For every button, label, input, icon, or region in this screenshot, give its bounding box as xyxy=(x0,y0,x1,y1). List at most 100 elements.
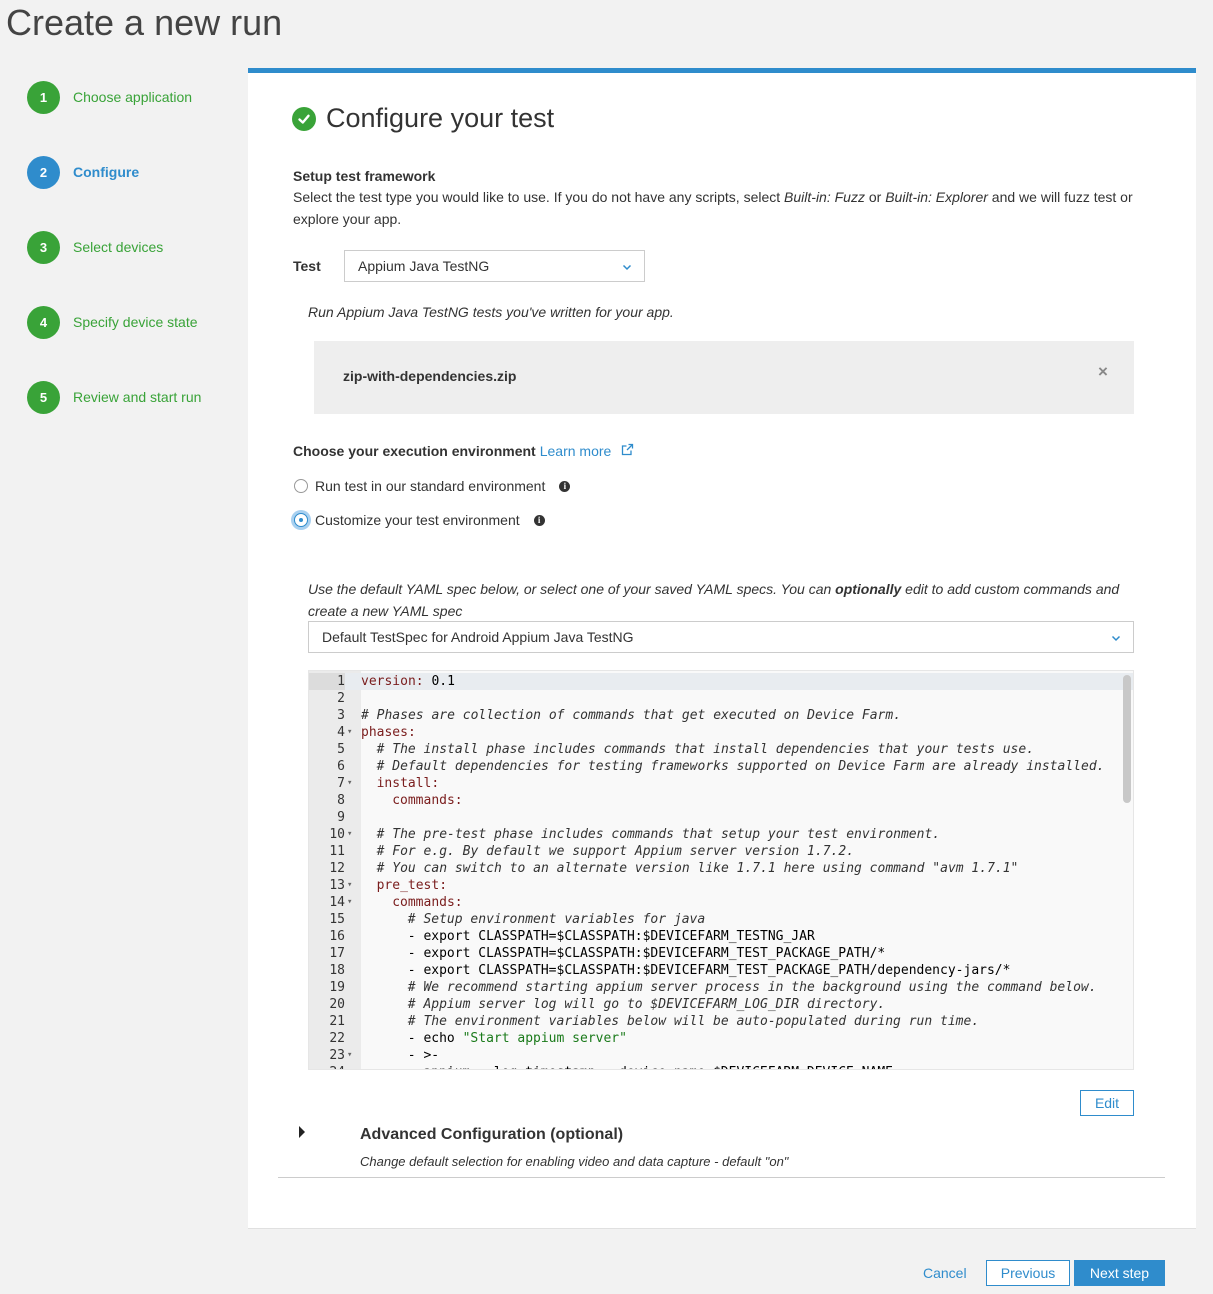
step-configure[interactable]: 2 Configure xyxy=(27,155,139,189)
code-token: # Phases are collection of commands that… xyxy=(361,708,902,723)
fold-toggle-icon[interactable]: ▾ xyxy=(347,826,357,843)
code-line[interactable]: 14 ▾ commands: xyxy=(309,894,1133,911)
editor-scrollbar[interactable] xyxy=(1123,675,1131,803)
code-line[interactable]: 21 # The environment variables below will… xyxy=(309,1013,1133,1030)
advanced-configuration-description: Change default selection for enabling vi… xyxy=(360,1154,789,1169)
divider xyxy=(278,1177,1165,1178)
line-number: 2 xyxy=(337,691,345,706)
line-number: 20 xyxy=(329,997,345,1012)
hint-bold: optionally xyxy=(835,581,902,597)
radio-standard-environment[interactable]: Run test in our standard environment i xyxy=(294,478,571,494)
hint-text: create a new YAML spec xyxy=(308,603,463,619)
fold-toggle-icon[interactable]: ▾ xyxy=(347,877,357,894)
code-line[interactable]: 2 xyxy=(309,690,1133,707)
code-line[interactable]: 24 appium --log-timestamp --device-name $… xyxy=(309,1064,1133,1069)
code-line[interactable]: 17 - export CLASSPATH=$CLASSPATH:$DEVICEF… xyxy=(309,945,1133,962)
code-line[interactable]: 11 # For e.g. By default we support Appiu… xyxy=(309,843,1133,860)
radio-button-selected[interactable] xyxy=(294,513,308,527)
code-text: # You can switch to an alternate version… xyxy=(361,860,1019,877)
code-line[interactable]: 1 version: 0.1 xyxy=(309,673,1133,690)
step-label: Review and start run xyxy=(73,389,202,405)
line-number: 8 xyxy=(337,793,345,808)
radio-custom-environment[interactable]: Customize your test environment i xyxy=(294,512,545,528)
fold-toggle-icon[interactable]: ▾ xyxy=(347,894,357,911)
code-line[interactable]: 7 ▾ install: xyxy=(309,775,1133,792)
code-line[interactable]: 20 # Appium server log will go to $DEVICE… xyxy=(309,996,1133,1013)
step-specify-device-state[interactable]: 4 Specify device state xyxy=(27,305,198,339)
code-line[interactable]: 6 # Default dependencies for testing fram… xyxy=(309,758,1133,775)
code-token: commands: xyxy=(392,895,463,910)
line-number: 16 xyxy=(329,929,345,944)
code-line[interactable]: 12 # You can switch to an alternate versi… xyxy=(309,860,1133,877)
code-text: # The install phase includes commands th… xyxy=(361,741,1034,758)
step-number: 1 xyxy=(27,80,60,114)
code-token: # We recommend starting appium server pr… xyxy=(407,980,1097,995)
line-number: 7 xyxy=(337,776,345,791)
wizard-footer: Cancel Previous Next step xyxy=(248,1228,1196,1294)
radio-button[interactable] xyxy=(294,479,308,493)
code-token: # The pre-test phase includes commands t… xyxy=(376,827,941,842)
yaml-code-editor[interactable]: 1 version: 0.1 2 3 # Phases are collection o… xyxy=(308,670,1134,1070)
hint-text: edit to add custom commands and xyxy=(901,581,1120,597)
code-token: commands: xyxy=(392,793,463,808)
line-number: 3 xyxy=(337,708,345,723)
step-select-devices[interactable]: 3 Select devices xyxy=(27,230,163,264)
edit-button[interactable]: Edit xyxy=(1080,1090,1134,1116)
fold-toggle-icon[interactable]: ▾ xyxy=(347,1047,357,1064)
step-label: Choose application xyxy=(73,89,193,105)
code-text: pre_test: xyxy=(361,877,447,894)
previous-button[interactable]: Previous xyxy=(986,1260,1070,1286)
cancel-button[interactable]: Cancel xyxy=(923,1265,967,1281)
setup-framework-title: Setup test framework xyxy=(293,168,436,184)
desc-explorer: Built-in: Explorer xyxy=(885,189,988,205)
line-number: 10 xyxy=(329,827,345,842)
info-icon[interactable]: i xyxy=(559,480,571,492)
code-text: # The pre-test phase includes commands t… xyxy=(361,826,941,843)
code-line[interactable]: 18 - export CLASSPATH=$CLASSPATH:$DEVICEF… xyxy=(309,962,1133,979)
advanced-configuration-title[interactable]: Advanced Configuration (optional) xyxy=(360,1126,623,1144)
configure-panel: Configure your test Setup test framework… xyxy=(248,68,1196,1294)
fold-toggle-icon[interactable]: ▾ xyxy=(347,775,357,792)
step-number: 2 xyxy=(27,155,60,189)
line-number: 17 xyxy=(329,946,345,961)
code-line[interactable]: 3 # Phases are collection of commands tha… xyxy=(309,707,1133,724)
code-token: # The install phase includes commands th… xyxy=(376,742,1035,757)
fold-toggle-icon[interactable]: ▾ xyxy=(347,724,357,741)
code-line[interactable]: 15 # Setup environment variables for java xyxy=(309,911,1133,928)
code-line[interactable]: 22 - echo "Start appium server" xyxy=(309,1030,1133,1047)
code-token: - export CLASSPATH=$CLASSPATH:$DEVICEFAR… xyxy=(407,946,886,961)
code-text: # For e.g. By default we support Appium … xyxy=(361,843,854,860)
code-text: - export CLASSPATH=$CLASSPATH:$DEVICEFAR… xyxy=(361,945,885,962)
desc-text: Select the test type you would like to u… xyxy=(293,189,785,205)
caret-right-icon[interactable] xyxy=(298,1125,306,1144)
code-line[interactable]: 23 ▾ - >- xyxy=(309,1047,1133,1064)
code-line[interactable]: 9 xyxy=(309,809,1133,826)
desc-text: explore your app. xyxy=(293,211,402,227)
line-number: 23 xyxy=(329,1048,345,1063)
test-type-select[interactable]: Appium Java TestNG xyxy=(344,250,645,282)
code-line[interactable]: 13 ▾ pre_test: xyxy=(309,877,1133,894)
code-token: # Default dependencies for testing frame… xyxy=(376,759,1105,774)
learn-more-link[interactable]: Learn more xyxy=(540,443,612,459)
code-token: install: xyxy=(376,776,440,791)
code-line[interactable]: 19 # We recommend starting appium server … xyxy=(309,979,1133,996)
code-text: # Setup environment variables for java xyxy=(361,911,705,928)
next-step-button[interactable]: Next step xyxy=(1074,1260,1165,1286)
code-token: appium --log-timestamp --device-name $DE… xyxy=(423,1065,893,1069)
code-text: install: xyxy=(361,775,440,792)
step-review-and-start-run[interactable]: 5 Review and start run xyxy=(27,380,201,414)
code-line[interactable]: 5 # The install phase includes commands t… xyxy=(309,741,1133,758)
radio-label: Run test in our standard environment xyxy=(315,478,546,494)
code-line[interactable]: 4 ▾ phases: xyxy=(309,724,1133,741)
close-icon[interactable]: × xyxy=(1098,362,1108,382)
code-line[interactable]: 8 commands: xyxy=(309,792,1133,809)
code-line[interactable]: 10 ▾ # The pre-test phase includes command… xyxy=(309,826,1133,843)
info-icon[interactable]: i xyxy=(533,514,545,526)
yaml-spec-select[interactable]: Default TestSpec for Android Appium Java… xyxy=(308,621,1134,653)
step-choose-application[interactable]: 1 Choose application xyxy=(27,80,192,114)
hint-text: Use the default YAML spec below, or sele… xyxy=(308,581,836,597)
code-line[interactable]: 16 - export CLASSPATH=$CLASSPATH:$DEVICEF… xyxy=(309,928,1133,945)
line-number: 9 xyxy=(337,810,345,825)
code-text: - export CLASSPATH=$CLASSPATH:$DEVICEFAR… xyxy=(361,962,1011,979)
external-link-icon[interactable] xyxy=(621,443,634,459)
